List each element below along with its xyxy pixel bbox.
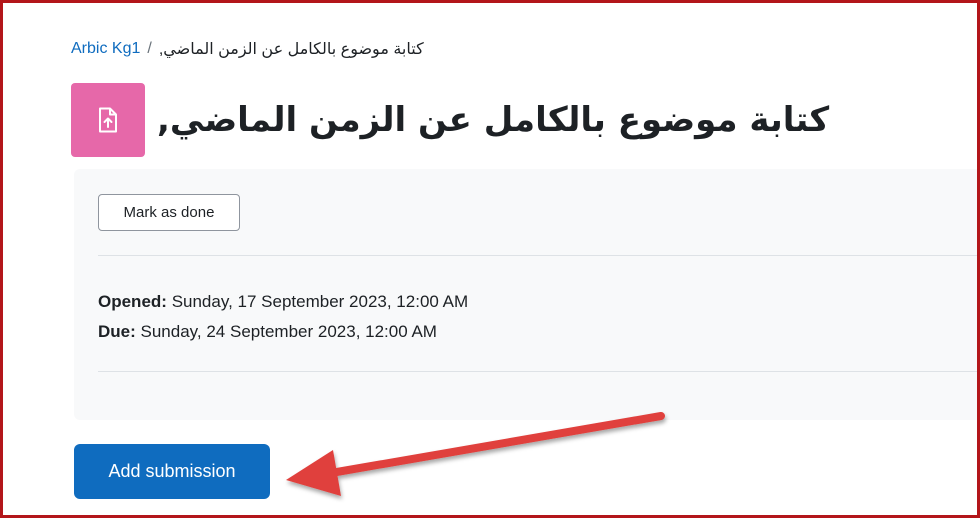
opened-date-row: Opened: Sunday, 17 September 2023, 12:00… [98, 287, 468, 317]
opened-label: Opened: [98, 292, 167, 311]
divider [98, 371, 977, 372]
assignment-upload-icon [71, 83, 145, 157]
screenshot-frame: Arbic Kg1 / كتابة موضوع بالكامل عن الزمن… [0, 0, 980, 518]
add-submission-button[interactable]: Add submission [74, 444, 270, 499]
activity-dates: Opened: Sunday, 17 September 2023, 12:00… [98, 287, 468, 347]
page-header: كتابة موضوع بالكامل عن الزمن الماضي, [71, 83, 829, 157]
page-title: كتابة موضوع بالكامل عن الزمن الماضي, [157, 100, 830, 140]
breadcrumb-current: كتابة موضوع بالكامل عن الزمن الماضي, [158, 41, 424, 58]
breadcrumb: Arbic Kg1 / كتابة موضوع بالكامل عن الزمن… [71, 39, 424, 59]
breadcrumb-separator: / [147, 40, 152, 57]
due-date-row: Due: Sunday, 24 September 2023, 12:00 AM [98, 317, 468, 347]
breadcrumb-course-link[interactable]: Arbic Kg1 [71, 40, 140, 58]
divider [98, 255, 977, 256]
due-label: Due: [98, 322, 136, 341]
due-value: Sunday, 24 September 2023, 12:00 AM [140, 322, 437, 341]
mark-as-done-button[interactable]: Mark as done [98, 194, 240, 231]
activity-info-panel: Mark as done Opened: Sunday, 17 Septembe… [74, 169, 977, 420]
opened-value: Sunday, 17 September 2023, 12:00 AM [171, 292, 469, 311]
